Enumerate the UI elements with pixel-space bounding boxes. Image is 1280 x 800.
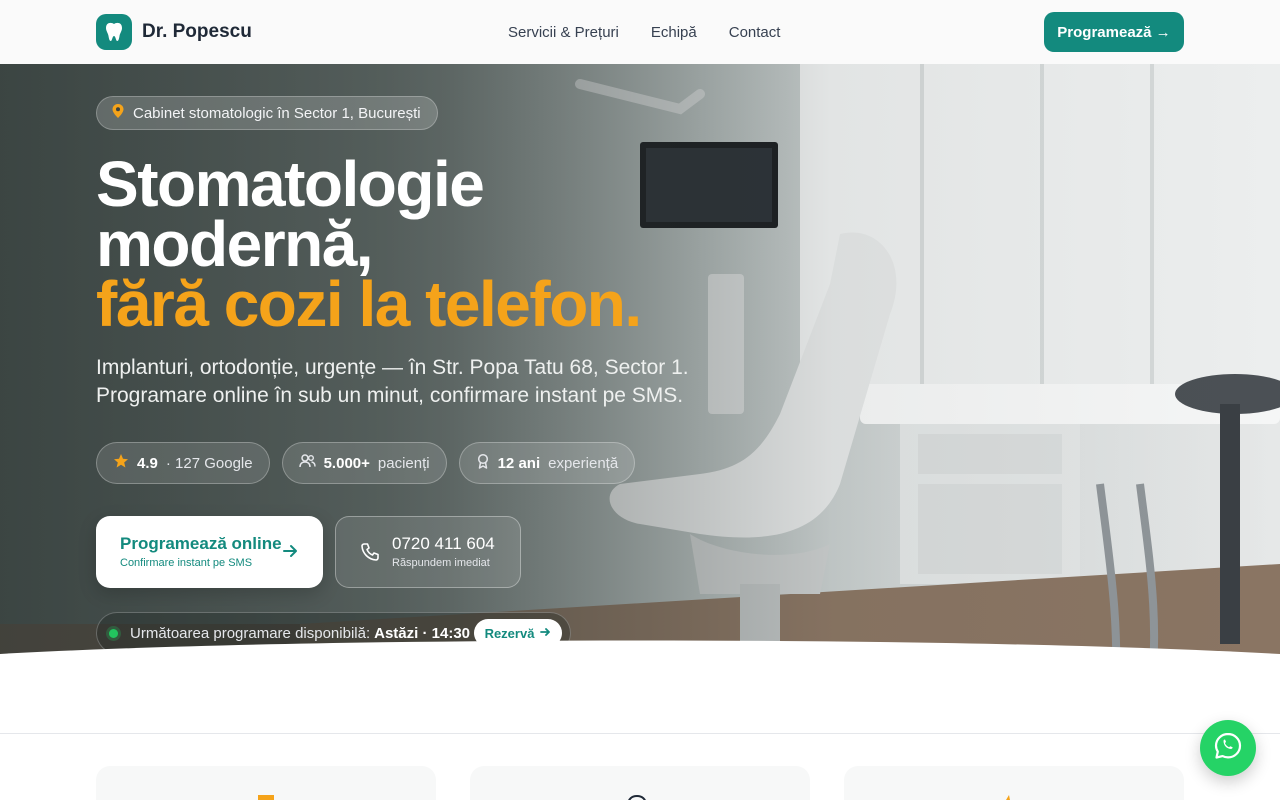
award-icon <box>476 453 490 473</box>
book-online-button[interactable]: Programează online Confirmare instant pe… <box>96 516 323 588</box>
feature-card-2 <box>470 766 810 800</box>
section-divider <box>0 733 1280 734</box>
headline-line-1: Stomatologie <box>96 148 485 220</box>
nav-link-contact[interactable]: Contact <box>729 24 781 41</box>
book-online-title: Programează online <box>120 534 282 553</box>
subtext-line-2: Programare online în sub un minut, confi… <box>96 384 684 407</box>
stat-experience: 12 ani experiență <box>458 442 636 484</box>
feature-card-1 <box>96 766 436 800</box>
stat-rating-label: · 127 Google <box>165 454 253 472</box>
nav-link-team[interactable]: Echipă <box>651 24 697 41</box>
users-icon <box>298 453 316 473</box>
stat-experience-value: 12 ani <box>497 454 541 472</box>
brand-name: Dr. Popescu <box>142 21 252 42</box>
hero-headline: Stomatologie modernă, fără cozi la telef… <box>96 148 736 340</box>
availability-label: Următoarea programare disponibilă: <box>130 624 371 642</box>
lightning-icon <box>1000 792 1014 800</box>
hero-section: Cabinet stomatologic în Sector 1, Bucure… <box>0 64 1280 734</box>
subtext-line-1: Implanturi, ortodonție, urgențe — în Str… <box>96 356 689 379</box>
phone-number: 0720 411 604 <box>392 534 495 553</box>
reserve-label: Rezervă <box>484 625 535 641</box>
availability-value: Astăzi · 14:30 <box>374 624 470 642</box>
book-online-subtitle: Confirmare instant pe SMS <box>120 557 253 569</box>
feature-card-3 <box>844 766 1184 800</box>
map-pin-icon <box>111 103 125 124</box>
status-dot <box>109 628 118 638</box>
main-nav: Servicii & Prețuri Echipă Contact <box>508 0 780 64</box>
stat-experience-label: experiență <box>548 454 619 472</box>
stat-patients: 5.000+ pacienți <box>281 442 447 484</box>
location-badge: Cabinet stomatologic în Sector 1, Bucure… <box>96 96 438 130</box>
whatsapp-chat-button[interactable] <box>1200 720 1256 776</box>
clock-icon <box>626 792 648 800</box>
hero-subtext: Implanturi, ortodonție, urgențe — în Str… <box>96 354 736 410</box>
logo-link[interactable]: Dr. Popescu <box>96 14 252 50</box>
location-text: Cabinet stomatologic în Sector 1, Bucure… <box>133 104 421 122</box>
trust-stats: 4.9 · 127 Google 5.000+ pacienți 12 ani … <box>96 442 636 484</box>
header-book-button[interactable]: Programează → <box>1044 12 1184 52</box>
whatsapp-icon <box>1213 731 1243 766</box>
hero-wave-divider <box>0 640 1280 734</box>
nav-link-services[interactable]: Servicii & Prețuri <box>508 24 619 41</box>
site-header: Dr. Popescu Servicii & Prețuri Echipă Co… <box>0 0 1280 64</box>
stat-patients-value: 5.000+ <box>323 454 370 472</box>
stat-patients-label: pacienți <box>377 454 430 472</box>
header-book-label: Programează → <box>1057 23 1171 41</box>
arrow-right-icon <box>281 542 299 565</box>
stat-rating: 4.9 · 127 Google <box>96 442 270 484</box>
arrow-right-icon <box>539 626 551 641</box>
phone-icon <box>360 542 380 567</box>
tooth-icon <box>96 14 132 50</box>
headline-line-2: modernă, <box>96 208 374 280</box>
star-icon <box>113 453 129 473</box>
trophy-icon <box>252 792 280 800</box>
phone-subtitle: Răspundem imediat <box>392 557 490 569</box>
headline-line-3-highlight: fără cozi la telefon. <box>96 268 642 340</box>
stat-rating-value: 4.9 <box>137 454 158 472</box>
call-phone-button[interactable]: 0720 411 604 Răspundem imediat <box>335 516 521 588</box>
